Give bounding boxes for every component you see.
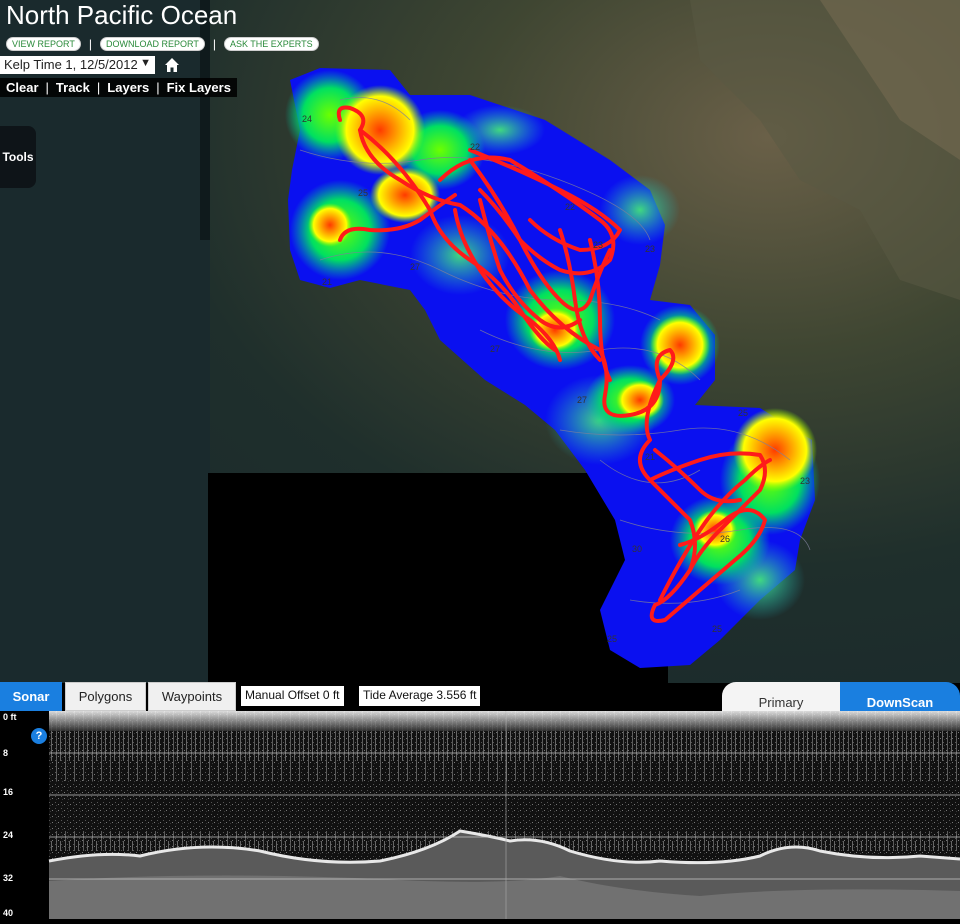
tab-waypoints[interactable]: Waypoints (148, 682, 236, 711)
contour-label: 30 (632, 544, 642, 554)
download-report-button[interactable]: DOWNLOAD REPORT (99, 37, 205, 51)
help-icon[interactable]: ? (31, 728, 47, 744)
contour-label: 25 (358, 188, 368, 198)
contour-label: 22 (470, 142, 480, 152)
tools-button[interactable]: Tools (0, 126, 36, 188)
contour-label: 25 (607, 634, 617, 644)
tab-sonar[interactable]: Sonar (0, 682, 62, 711)
caret-down-icon: ▼ (140, 57, 151, 69)
map-view[interactable]: 24 25 27 22 23 22 21 27 27 21 25 23 26 3… (0, 0, 960, 683)
sonar-panel[interactable] (0, 711, 960, 919)
depth-label: 32 (3, 873, 14, 883)
report-button-row: VIEW REPORT | DOWNLOAD REPORT | ASK THE … (6, 37, 319, 51)
sonar-image[interactable] (0, 711, 960, 919)
contour-label: 23 (645, 244, 655, 254)
contour-label: 25 (738, 408, 748, 418)
divider: | (45, 80, 49, 95)
tide-average-readout: Tide Average 3.556 ft (359, 686, 481, 706)
divider: | (96, 80, 101, 95)
contour-label: 21 (645, 452, 655, 462)
contour-label: 25 (712, 624, 722, 634)
survey-select-value: Kelp Time 1, 12/5/2012 (4, 57, 138, 72)
contour-label: 24 (302, 114, 312, 124)
depth-label: 24 (3, 830, 14, 840)
survey-select[interactable]: Kelp Time 1, 12/5/2012 ▼ (0, 56, 155, 74)
tab-polygons[interactable]: Polygons (65, 682, 146, 711)
satellite-map[interactable]: 24 25 27 22 23 22 21 27 27 21 25 23 26 3… (0, 0, 960, 683)
page-title: North Pacific Ocean (6, 0, 238, 30)
contour-label: 27 (410, 262, 420, 272)
tab-downscan[interactable]: DownScan (840, 682, 960, 712)
contour-label: 26 (720, 534, 730, 544)
contour-label: 21 (322, 277, 332, 287)
home-icon[interactable] (164, 56, 180, 74)
divider: | (88, 37, 92, 51)
depth-label: 40 (3, 908, 14, 918)
depth-label: 0 ft (3, 712, 17, 722)
layers-link[interactable]: Layers (107, 80, 149, 95)
view-report-button[interactable]: VIEW REPORT (6, 37, 81, 51)
depth-label: 16 (3, 787, 14, 797)
map-nav-bar: Clear | Track | Layers | Fix Layers (0, 78, 237, 97)
contour-label: 23 (593, 240, 603, 250)
manual-offset-readout: Manual Offset 0 ft (241, 686, 344, 706)
contour-label: 23 (800, 476, 810, 486)
contour-label: 22 (565, 202, 575, 212)
track-link[interactable]: Track (56, 80, 90, 95)
contour-label: 27 (490, 344, 500, 354)
clear-link[interactable]: Clear (6, 80, 39, 95)
divider: | (156, 80, 160, 95)
tab-primary[interactable]: Primary (722, 682, 840, 712)
depth-label: 8 (3, 748, 9, 758)
contour-label: 27 (577, 395, 587, 405)
ask-experts-button[interactable]: ASK THE EXPERTS (223, 37, 319, 51)
divider: | (212, 37, 216, 51)
fix-layers-link[interactable]: Fix Layers (167, 80, 231, 95)
